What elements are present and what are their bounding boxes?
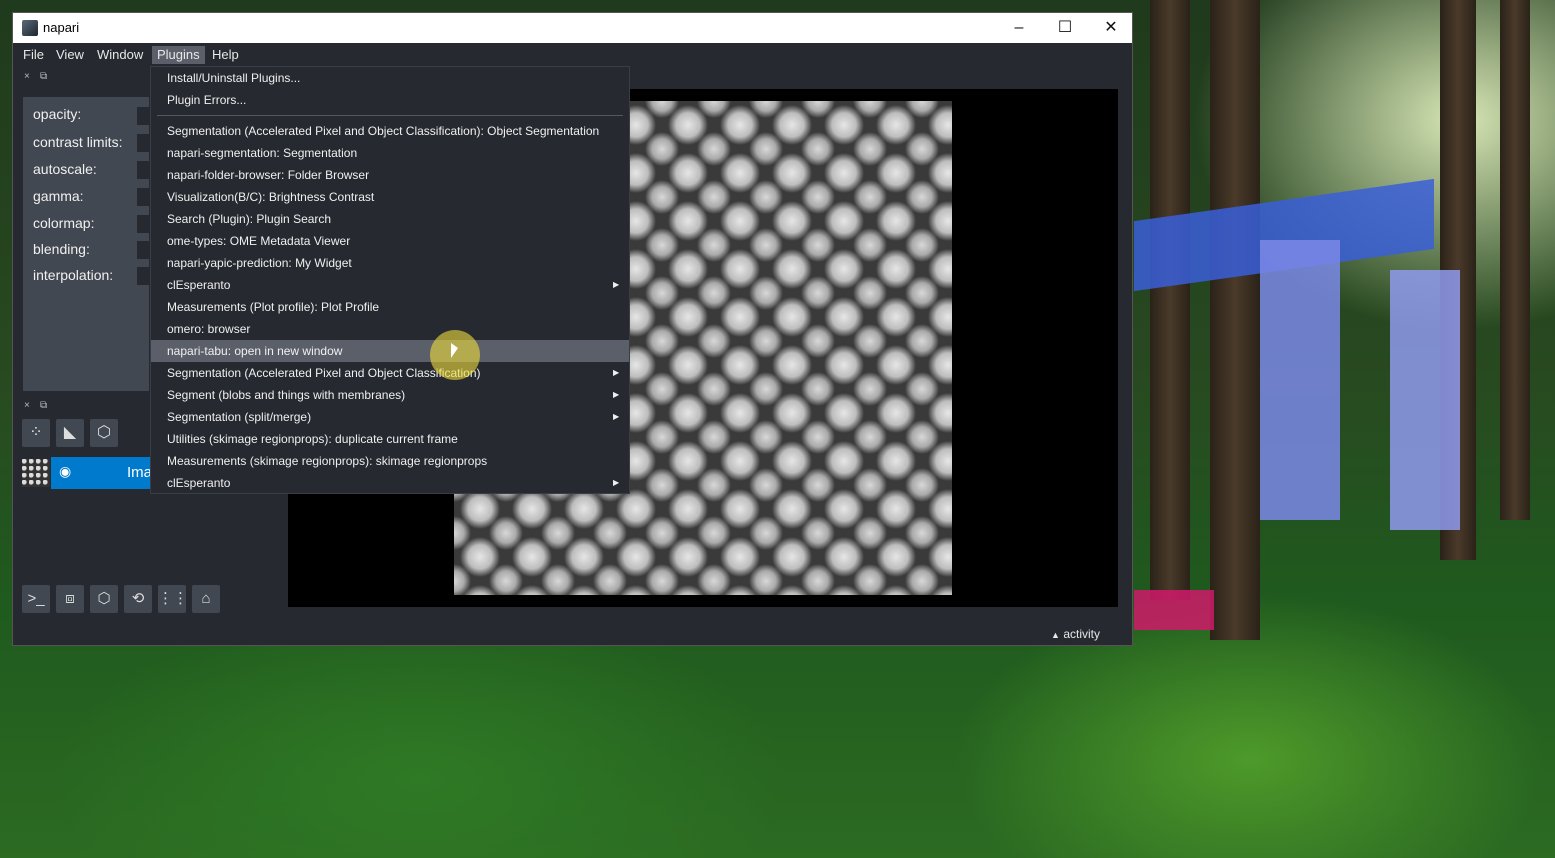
plugin-menu-item[interactable]: napari-folder-browser: Folder Browser [151, 164, 629, 186]
home-icon[interactable]: ⌂ [192, 585, 220, 613]
layer-controls-panel: opacity: contrast limits: autoscale: gam… [23, 97, 149, 391]
wallpaper-tree [1150, 0, 1190, 600]
blending-select[interactable] [137, 241, 149, 259]
opacity-slider[interactable] [137, 107, 149, 125]
menu-window[interactable]: Window [92, 46, 148, 64]
submenu-arrow-icon: ▶ [613, 280, 620, 289]
plugin-menu-item[interactable]: ome-types: OME Metadata Viewer [151, 230, 629, 252]
menu-item-label: napari-folder-browser: Folder Browser [167, 168, 370, 182]
activity-button[interactable]: ▲ activity [1051, 627, 1100, 641]
interpolation-select[interactable] [137, 267, 149, 285]
layer-thumbnail[interactable] [22, 459, 50, 487]
menu-item-label: clEsperanto [167, 476, 231, 490]
plugin-menu-item[interactable]: Search (Plugin): Plugin Search [151, 208, 629, 230]
activity-label: activity [1063, 627, 1100, 641]
autoscale-label: autoscale: [33, 161, 97, 177]
maximize-button[interactable]: ☐ [1042, 13, 1088, 43]
window-title: napari [43, 20, 80, 35]
plugin-menu-item[interactable]: Segmentation (Accelerated Pixel and Obje… [151, 362, 629, 384]
plugin-menu-item[interactable]: Segment (blobs and things with membranes… [151, 384, 629, 406]
ndisplay-icon[interactable]: ⧈ [56, 585, 84, 613]
contrast-limits-slider[interactable] [137, 134, 149, 152]
layer-list-item[interactable]: ◉ Ima [51, 457, 153, 489]
plugin-menu-item[interactable]: Segmentation (Accelerated Pixel and Obje… [151, 120, 629, 142]
menu-item-label: Plugin Errors... [167, 93, 247, 107]
menu-item-label: napari-yapic-prediction: My Widget [167, 256, 352, 270]
dock-close-icon[interactable]: × [24, 71, 30, 82]
plugin-menu-item[interactable]: Measurements (Plot profile): Plot Profil… [151, 296, 629, 318]
menu-item-label: Segment (blobs and things with membranes… [167, 388, 406, 402]
menu-item-label: omero: browser [167, 322, 251, 336]
wallpaper-tarp [1134, 590, 1214, 630]
menu-item-label: Segmentation (Accelerated Pixel and Obje… [167, 124, 600, 138]
menu-item-label: Utilities (skimage regionprops): duplica… [167, 432, 458, 446]
menu-item-label: Measurements (skimage regionprops): skim… [167, 454, 488, 468]
dock-float-icon[interactable]: ⧉ [40, 400, 47, 411]
menu-item-label: napari-tabu: open in new window [167, 344, 343, 358]
plugin-menu-item[interactable]: Segmentation (split/merge) ▶ [151, 406, 629, 428]
caret-up-icon: ▲ [1051, 630, 1060, 640]
submenu-arrow-icon: ▶ [613, 390, 620, 399]
gamma-label: gamma: [33, 188, 84, 204]
menu-item-label: clEsperanto [167, 278, 231, 292]
plugin-menu-item[interactable]: Measurements (skimage regionprops): skim… [151, 450, 629, 472]
plugin-menu-item[interactable]: napari-segmentation: Segmentation [151, 142, 629, 164]
gamma-slider[interactable] [137, 188, 149, 206]
menu-item-label: ome-types: OME Metadata Viewer [167, 234, 351, 248]
plugin-menu-item[interactable]: omero: browser [151, 318, 629, 340]
layer-name: Ima [127, 464, 153, 481]
menu-item-plugin-errors[interactable]: Plugin Errors... [151, 89, 629, 111]
plugin-menu-item[interactable]: napari-tabu: open in new window [151, 340, 629, 362]
dock-float-icon[interactable]: ⧉ [40, 71, 47, 82]
autoscale-buttons[interactable] [137, 161, 149, 179]
transpose-icon[interactable]: ⟲ [124, 585, 152, 613]
title-bar[interactable]: napari – ☐ ✕ [13, 13, 1132, 43]
submenu-arrow-icon: ▶ [613, 478, 620, 487]
plugin-menu-item[interactable]: clEsperanto ▶ [151, 274, 629, 296]
visibility-eye-icon[interactable]: ◉ [59, 463, 71, 480]
wallpaper-tarp [1390, 270, 1460, 530]
grid-icon[interactable]: ⋮⋮ [158, 585, 188, 613]
napari-app-icon [22, 20, 38, 36]
menu-item-install-plugins[interactable]: Install/Uninstall Plugins... [151, 67, 629, 89]
new-labels-layer-icon[interactable]: ⬡ [90, 419, 118, 447]
close-button[interactable]: ✕ [1088, 13, 1134, 43]
blending-label: blending: [33, 241, 90, 257]
menu-item-label: Visualization(B/C): Brightness Contrast [167, 190, 375, 204]
plugins-dropdown-menu: Install/Uninstall Plugins... Plugin Erro… [150, 66, 630, 494]
menu-help[interactable]: Help [207, 46, 244, 64]
menu-bar: File View Window Plugins Help [13, 43, 1132, 67]
wallpaper-tree [1500, 0, 1530, 520]
console-icon[interactable]: >_ [22, 585, 50, 613]
submenu-arrow-icon: ▶ [613, 368, 620, 377]
plugin-menu-item[interactable]: Visualization(B/C): Brightness Contrast [151, 186, 629, 208]
menu-item-label: Search (Plugin): Plugin Search [167, 212, 332, 226]
new-points-layer-icon[interactable]: ⁘ [22, 419, 50, 447]
plugin-menu-item[interactable]: Utilities (skimage regionprops): duplica… [151, 428, 629, 450]
contrast-limits-label: contrast limits: [33, 134, 123, 150]
roll-icon[interactable]: ⬡ [90, 585, 118, 613]
dock-close-icon[interactable]: × [24, 400, 30, 411]
menu-item-label: Segmentation (split/merge) [167, 410, 312, 424]
menu-view[interactable]: View [51, 46, 89, 64]
submenu-arrow-icon: ▶ [613, 412, 620, 421]
wallpaper-tree [1210, 0, 1260, 640]
opacity-label: opacity: [33, 106, 82, 122]
minimize-button[interactable]: – [996, 13, 1042, 43]
menu-separator [157, 115, 623, 116]
new-shapes-layer-icon[interactable]: ◣ [56, 419, 84, 447]
menu-plugins[interactable]: Plugins [152, 46, 205, 64]
wallpaper-tarp [1260, 240, 1340, 520]
menu-file[interactable]: File [18, 46, 49, 64]
mouse-cursor-icon [451, 343, 458, 358]
interpolation-label: interpolation: [33, 267, 114, 283]
colormap-select[interactable] [137, 215, 149, 233]
plugin-menu-item[interactable]: clEsperanto ▶ [151, 472, 629, 494]
menu-item-label: Install/Uninstall Plugins... [167, 71, 301, 85]
menu-item-label: Measurements (Plot profile): Plot Profil… [167, 300, 380, 314]
colormap-label: colormap: [33, 215, 95, 231]
plugin-menu-item[interactable]: napari-yapic-prediction: My Widget [151, 252, 629, 274]
menu-item-label: napari-segmentation: Segmentation [167, 146, 358, 160]
